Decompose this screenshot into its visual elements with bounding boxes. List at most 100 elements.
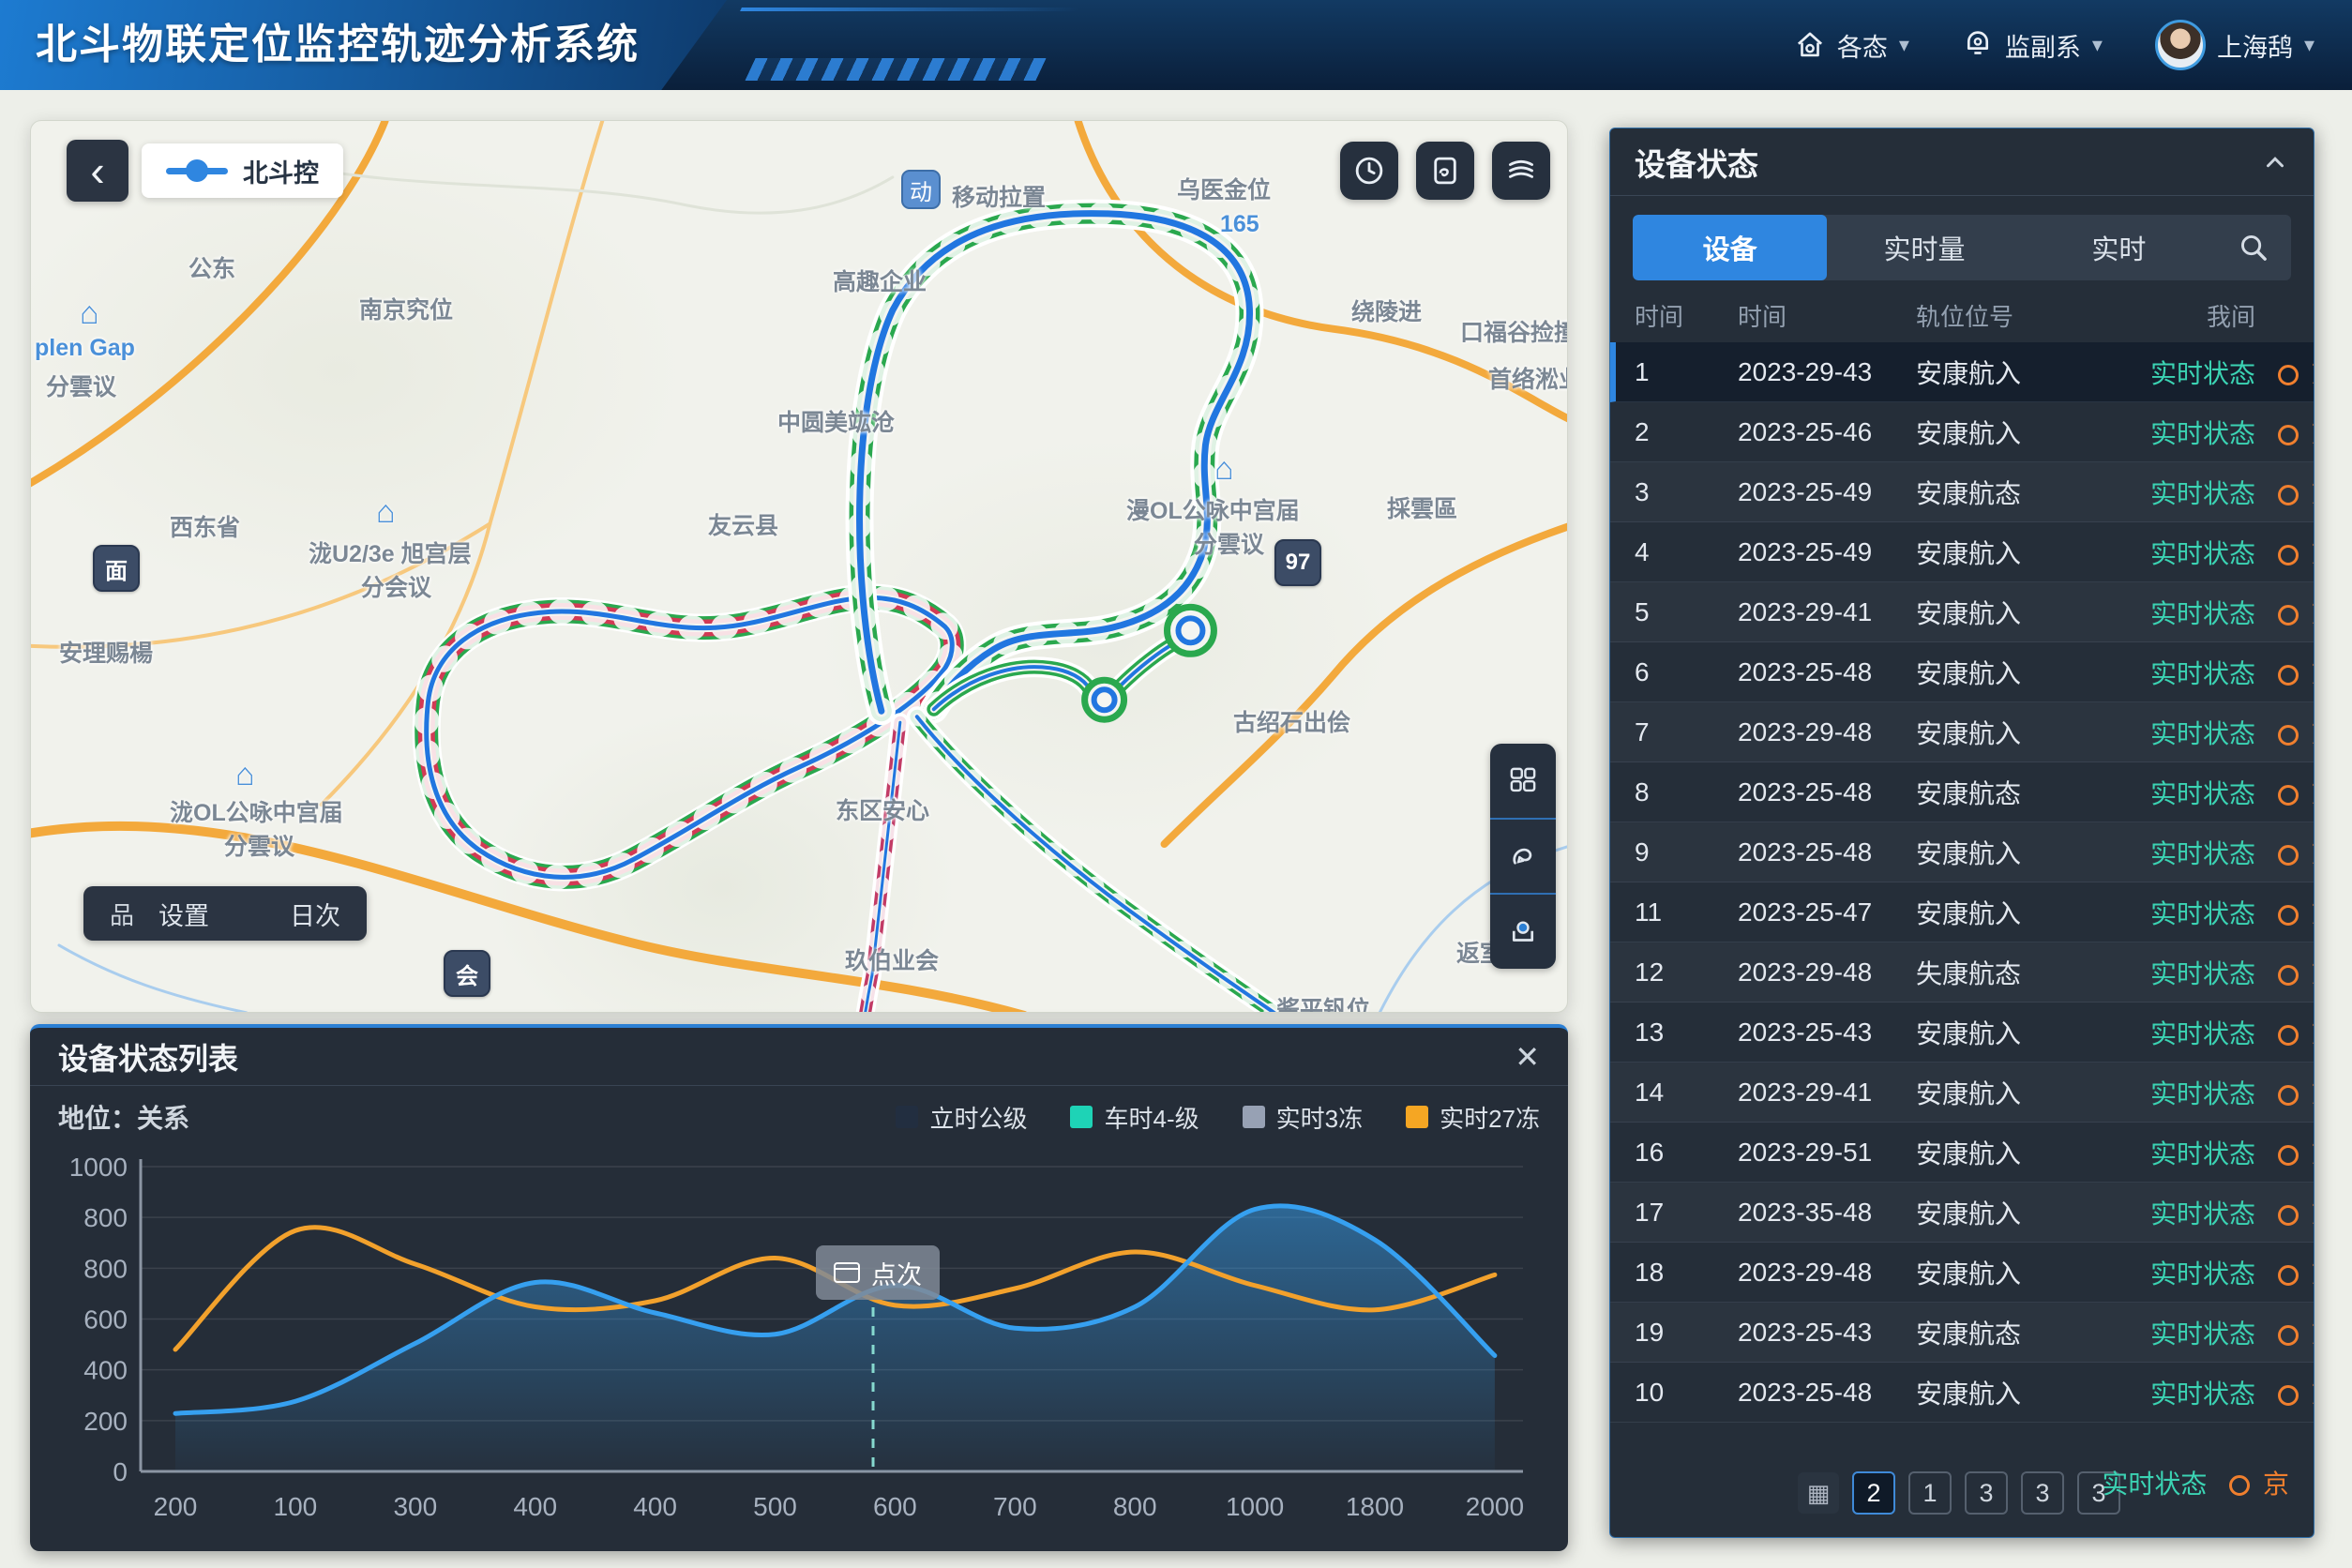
status-tag: 京 [2312,719,2314,748]
table-row[interactable]: 9 2023-25-48 安康航入 实时状态 京 [1610,822,2314,882]
row-index: 14 [1635,1078,1738,1108]
location-pin-icon [1507,916,1539,948]
status-ring-icon [2278,965,2299,986]
status-ring-icon [2278,1025,2299,1046]
table-row[interactable]: 7 2023-29-48 安康航入 实时状态 京 [1610,702,2314,762]
daily-button[interactable]: 日次 [290,896,340,932]
row-name: 安康航入 [1916,534,2150,571]
map-canvas [31,121,1567,1013]
row-name: 安康航入 [1916,1074,2150,1111]
table-row[interactable]: 11 2023-25-47 安康航入 实时状态 京 [1610,882,2314,942]
table-row[interactable]: 14 2023-29-41 安康航入 实时状态 京 [1610,1063,2314,1123]
pagination-grid-button[interactable]: ▦ [1798,1472,1839,1514]
menu-user[interactable]: 上海鸹 ▾ [2155,20,2314,70]
settings-button[interactable]: 设置 [158,896,209,932]
search-button[interactable] [2216,215,2291,280]
route-tool-button[interactable] [1490,818,1556,894]
route-end-marker [1178,618,1202,642]
row-status: 实时状态 京 [2150,1134,2314,1171]
page-button[interactable]: 2 [1852,1471,1895,1515]
table-row[interactable]: 13 2023-25-43 安康航入 实时状态 京 [1610,1003,2314,1063]
page-button[interactable]: 1 [1908,1471,1952,1515]
table-row[interactable]: 17 2023-35-48 安康航入 实时状态 京 [1610,1183,2314,1243]
legend-label: 车时4-级 [1104,1100,1199,1135]
row-index: 9 [1635,837,1738,867]
map-bottom-toolbar[interactable]: 品 设置 日次 [83,886,367,941]
table-row[interactable]: 1 2023-29-43 安康航入 实时状态 京 [1610,342,2314,402]
dashboard-tool-button[interactable] [1490,744,1556,818]
device-panel-title: 设备状态 [1635,140,1758,185]
page-button[interactable]: 3 [1965,1471,2008,1515]
map-label: 公东 [188,250,235,284]
legend-label: 立时公级 [929,1100,1027,1135]
row-date: 2023-29-48 [1738,1258,1916,1288]
page-button[interactable]: 3 [2021,1471,2064,1515]
row-status: 实时状态 京 [2150,1194,2314,1231]
table-row[interactable]: 8 2023-25-48 安康航态 实时状态 京 [1610,762,2314,822]
table-row[interactable]: 6 2023-25-48 安康航入 实时状态 京 [1610,642,2314,702]
row-date: 2023-25-43 [1738,1318,1916,1348]
status-text: 实时状态 [2150,1380,2255,1409]
route-diagonal-southeast [917,716,1283,1013]
header-deco-ticks [745,58,1046,81]
device-tab[interactable]: 实时 [2022,215,2216,280]
status-ring-icon [2278,1265,2299,1286]
status-ring-icon [2278,545,2299,565]
status-tag: 京 [2312,1139,2314,1168]
road [322,121,603,805]
table-row[interactable]: 18 2023-29-48 安康航入 实时状态 京 [1610,1243,2314,1303]
close-icon[interactable]: ✕ [1515,1039,1540,1075]
row-name: 安康航入 [1916,414,2150,451]
legend-item[interactable]: 车时4-级 [1070,1100,1199,1135]
avatar [2155,20,2206,70]
report-button[interactable] [1416,142,1474,200]
document-icon [1428,154,1462,188]
history-button[interactable] [1340,142,1398,200]
status-tag: 京 [2312,839,2314,868]
table-row[interactable]: 4 2023-25-49 安康航入 实时状态 京 [1610,522,2314,582]
locate-tool-button[interactable] [1490,893,1556,969]
row-name: 安康航入 [1916,1374,2150,1411]
back-button[interactable]: ‹ [67,140,128,202]
status-ring-icon [2278,1085,2299,1106]
legend-item[interactable]: 实时3冻 [1243,1100,1363,1135]
building-icon: ⌂ [1214,451,1234,488]
map-panel[interactable]: 公东 南京究位 高趣企业 移动拉置 乌医金位 165 plen Gap 分雲议 … [30,120,1568,1013]
collapse-button[interactable] [2261,148,2289,176]
card-icon [834,1262,860,1283]
chart-subtitle: 地位：关系 [58,1098,189,1136]
table-row[interactable]: 10 2023-25-48 安康航入 实时状态 京 [1610,1363,2314,1423]
table-row[interactable]: 12 2023-29-48 失康航态 实时状态 京 [1610,942,2314,1003]
y-tick-label: 200 [83,1407,128,1436]
map-label: plen Gap [35,335,135,362]
row-index: 4 [1635,537,1738,567]
row-date: 2023-25-48 [1738,657,1916,687]
legend-item[interactable]: 立时公级 [896,1100,1027,1135]
table-row[interactable]: 2 2023-25-46 安康航入 实时状态 京 [1610,402,2314,462]
row-date: 2023-29-43 [1738,357,1916,387]
status-ring-icon [2278,1205,2299,1226]
x-tick-label: 100 [274,1492,318,1521]
map-label: 古绍石出侩 [1233,704,1350,738]
status-tag: 京 [2312,779,2314,808]
track-legend-chip[interactable]: 北斗控 [142,143,343,198]
device-tabs: 设备 实时量 实时 [1633,215,2291,280]
device-tab[interactable]: 设备 [1633,215,1827,280]
menu-home[interactable]: 各态 ▾ [1794,27,1909,64]
x-tick-label: 500 [753,1492,797,1521]
layers-button[interactable] [1492,142,1550,200]
legend-label: 实时3冻 [1276,1100,1363,1135]
status-tag: 京 [2312,659,2314,688]
menu-monitor[interactable]: 监副系 ▾ [1962,27,2103,64]
table-row[interactable]: 16 2023-29-51 安康航入 实时状态 京 [1610,1123,2314,1183]
status-text: 实时状态 [2150,839,2255,868]
row-date: 2023-25-48 [1738,777,1916,807]
device-tab[interactable]: 实时量 [1827,215,2021,280]
map-label: 分雲议 [46,369,116,402]
table-row[interactable]: 19 2023-25-43 安康航态 实时状态 京 [1610,1303,2314,1363]
status-tag: 京 [2312,1319,2314,1349]
table-row[interactable]: 5 2023-29-41 安康航入 实时状态 京 [1610,582,2314,642]
legend-item[interactable]: 实时27冻 [1406,1100,1540,1135]
x-tick-label: 200 [154,1492,198,1521]
table-row[interactable]: 3 2023-25-49 安康航态 实时状态 京 [1610,462,2314,522]
